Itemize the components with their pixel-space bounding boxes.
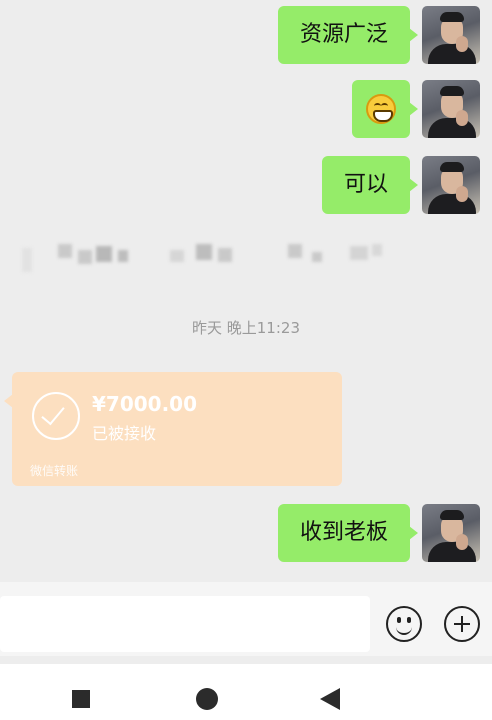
system-nav-bar (0, 664, 492, 720)
avatar[interactable] (422, 156, 480, 214)
message-bubble[interactable] (352, 80, 418, 138)
avatar[interactable] (422, 6, 480, 64)
plus-icon[interactable] (444, 606, 480, 642)
transfer-status: 已被接收 (92, 424, 157, 443)
home-icon[interactable] (196, 688, 218, 710)
message-bubble[interactable]: 收到老板 (277, 504, 419, 562)
message-row: 收到老板 (277, 504, 480, 562)
transfer-card[interactable]: ¥7000.00 已被接收 微信转账 (4, 372, 342, 486)
message-input[interactable] (0, 596, 370, 652)
recents-icon[interactable] (72, 690, 90, 708)
avatar[interactable] (422, 80, 480, 138)
transfer-amount: ¥7000.00 (92, 392, 198, 416)
message-text: 可以 (343, 172, 388, 197)
message-row: 资源广泛 (277, 6, 480, 64)
grinning-face-icon (366, 94, 396, 124)
obscured-content (0, 220, 492, 300)
message-text: 资源广泛 (299, 22, 388, 47)
message-row (352, 80, 480, 138)
input-bar (0, 582, 492, 656)
message-row: 可以 (321, 156, 480, 214)
timestamp: 昨天 晚上11:23 (192, 319, 300, 337)
message-text: 收到老板 (299, 520, 388, 545)
message-bubble[interactable]: 资源广泛 (277, 6, 419, 64)
checkmark-icon (32, 392, 80, 440)
transfer-source: 微信转账 (30, 464, 79, 478)
avatar[interactable] (422, 504, 480, 562)
message-bubble[interactable]: 可以 (321, 156, 419, 214)
emoji-icon[interactable] (386, 606, 422, 642)
back-icon[interactable] (320, 688, 340, 710)
